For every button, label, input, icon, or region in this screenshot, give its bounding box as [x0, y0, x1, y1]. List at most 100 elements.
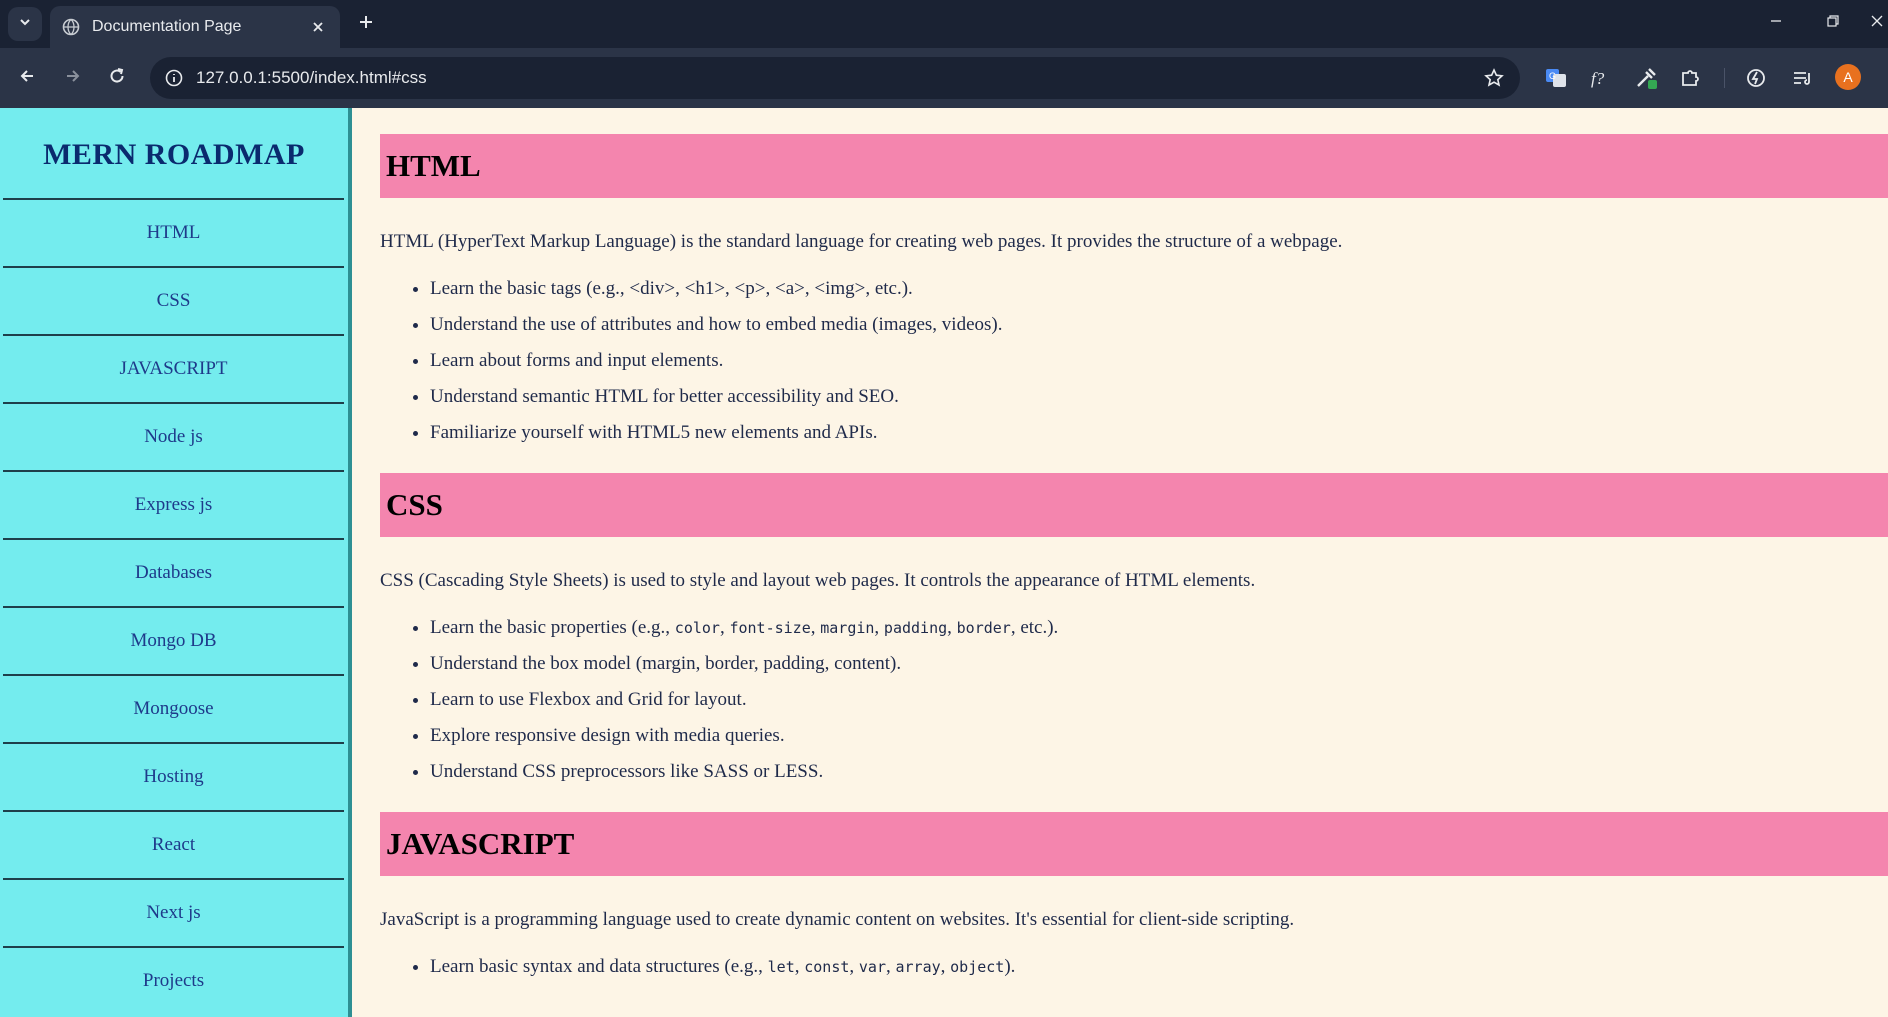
toolbar-divider: [1724, 68, 1725, 88]
google-translate-icon[interactable]: G: [1542, 64, 1570, 92]
back-button[interactable]: [10, 61, 44, 95]
sidebar-item-projects[interactable]: Projects: [3, 946, 344, 1014]
inline-code: let: [767, 958, 795, 976]
svg-text:G: G: [1549, 71, 1556, 81]
section-header: HTML: [380, 134, 1888, 198]
arrow-right-icon: [64, 67, 82, 90]
section-intro: JavaScript is a programming language use…: [380, 909, 1295, 930]
font-finder-icon[interactable]: f?: [1586, 64, 1614, 92]
performance-icon[interactable]: [1742, 64, 1770, 92]
profile-avatar[interactable]: A: [1835, 64, 1861, 90]
section-title: CSS: [386, 487, 443, 522]
list-item: Understand the box model (margin, border…: [430, 646, 1888, 682]
sidebar-item-nodejs[interactable]: Node js: [3, 402, 344, 470]
bullet-list: Learn the basic tags (e.g., <div>, <h1>,…: [380, 271, 1888, 451]
inline-code: padding: [883, 619, 948, 637]
section-javascript: JAVASCRIPT JavaScript is a programming l…: [380, 812, 1888, 985]
inline-code: var: [858, 958, 886, 976]
sidebar-nav: MERN ROADMAP HTML CSS JAVASCRIPT Node js…: [0, 108, 352, 1017]
arrow-left-icon: [18, 67, 36, 90]
sidebar-link[interactable]: Projects: [143, 970, 204, 992]
sidebar-item-databases[interactable]: Databases: [3, 538, 344, 606]
close-window-icon: [1870, 14, 1884, 33]
minimize-button[interactable]: [1756, 8, 1796, 38]
sidebar-link[interactable]: JAVASCRIPT: [119, 358, 227, 380]
sidebar-link[interactable]: Express js: [135, 494, 213, 516]
sidebar-item-hosting[interactable]: Hosting: [3, 742, 344, 810]
section-intro: CSS (Cascading Style Sheets) is used to …: [380, 570, 1256, 591]
list-item: Understand CSS preprocessors like SASS o…: [430, 754, 1888, 790]
list-item: Understand semantic HTML for better acce…: [430, 379, 1888, 415]
section-title: JAVASCRIPT: [386, 826, 575, 861]
section-header: JAVASCRIPT: [380, 812, 1888, 876]
list-item: Familiarize yourself with HTML5 new elem…: [430, 415, 1888, 451]
reading-list-icon[interactable]: [1788, 64, 1816, 92]
browser-toolbar: 127.0.0.1:5500/index.html#css G f?: [0, 48, 1888, 108]
sidebar-item-mongodb[interactable]: Mongo DB: [3, 606, 344, 674]
bookmark-star-icon[interactable]: [1482, 66, 1506, 90]
list-item: Explore responsive design with media que…: [430, 718, 1888, 754]
color-picker-icon[interactable]: [1632, 64, 1660, 92]
list-item-text: , etc.).: [1010, 617, 1059, 638]
close-tab-icon[interactable]: [306, 15, 330, 39]
reload-icon: [108, 67, 126, 90]
site-info-icon[interactable]: [162, 66, 186, 90]
inline-code: color: [674, 619, 720, 637]
sidebar-item-javascript[interactable]: JAVASCRIPT: [3, 334, 344, 402]
sidebar-link[interactable]: Next js: [146, 902, 200, 924]
sidebar-item-html[interactable]: HTML: [3, 198, 344, 266]
chevron-down-icon: [18, 15, 32, 34]
plus-icon: [358, 14, 374, 35]
main-content: HTML HTML (HyperText Markup Language) is…: [356, 108, 1888, 1017]
sidebar-link[interactable]: CSS: [157, 290, 191, 312]
sidebar-item-expressjs[interactable]: Express js: [3, 470, 344, 538]
url-text[interactable]: 127.0.0.1:5500/index.html#css: [196, 68, 427, 88]
svg-text:f?: f?: [1591, 69, 1605, 88]
inline-code: array: [895, 958, 941, 976]
sidebar-item-mongoose[interactable]: Mongoose: [3, 674, 344, 742]
extensions-puzzle-icon[interactable]: [1676, 64, 1704, 92]
sidebar-link[interactable]: Mongoose: [133, 698, 213, 720]
nav-list: HTML CSS JAVASCRIPT Node js Express js D…: [0, 198, 348, 1014]
inline-code: font-size: [729, 619, 811, 637]
sidebar-item-nextjs[interactable]: Next js: [3, 878, 344, 946]
new-tab-button[interactable]: [352, 10, 380, 38]
tab-search-button[interactable]: [8, 7, 42, 41]
list-item-text: Learn basic syntax and data structures (…: [430, 956, 768, 977]
sidebar-link[interactable]: React: [152, 834, 195, 856]
forward-button[interactable]: [56, 61, 90, 95]
sidebar-item-react[interactable]: React: [3, 810, 344, 878]
sidebar-link[interactable]: Databases: [135, 562, 212, 584]
minimize-icon: [1769, 14, 1783, 33]
inline-code: object: [950, 958, 1005, 976]
restore-button[interactable]: [1813, 8, 1853, 38]
browser-tab-active[interactable]: Documentation Page: [50, 6, 340, 48]
restore-icon: [1826, 14, 1840, 33]
inline-code: margin: [820, 619, 875, 637]
list-item: Understand the use of attributes and how…: [430, 307, 1888, 343]
tab-title: Documentation Page: [92, 18, 242, 35]
sidebar-item-css[interactable]: CSS: [3, 266, 344, 334]
list-item: Learn the basic tags (e.g., <div>, <h1>,…: [430, 271, 1888, 307]
inline-code: border: [956, 619, 1011, 637]
list-item-text: Learn the basic properties (e.g.,: [430, 617, 675, 638]
sidebar-link[interactable]: Mongo DB: [130, 630, 216, 652]
inline-code: const: [804, 958, 850, 976]
sidebar-brand: MERN ROADMAP: [43, 138, 305, 171]
section-html: HTML HTML (HyperText Markup Language) is…: [380, 134, 1888, 451]
list-item: Learn basic syntax and data structures (…: [430, 949, 1888, 985]
section-title: HTML: [386, 148, 481, 183]
list-item: Learn the basic properties (e.g., color,…: [430, 610, 1888, 646]
reload-button[interactable]: [100, 61, 134, 95]
bullet-list: Learn the basic properties (e.g., color,…: [380, 610, 1888, 790]
list-item: Learn to use Flexbox and Grid for layout…: [430, 682, 1888, 718]
globe-icon: [62, 18, 80, 36]
section-header: CSS: [380, 473, 1888, 537]
address-bar[interactable]: 127.0.0.1:5500/index.html#css: [150, 57, 1520, 99]
tab-strip: Documentation Page: [0, 0, 1888, 48]
sidebar-link[interactable]: Hosting: [143, 766, 203, 788]
bullet-list: Learn basic syntax and data structures (…: [380, 949, 1888, 985]
sidebar-link[interactable]: HTML: [147, 222, 201, 244]
sidebar-link[interactable]: Node js: [144, 426, 203, 448]
close-window-button[interactable]: [1866, 8, 1888, 38]
